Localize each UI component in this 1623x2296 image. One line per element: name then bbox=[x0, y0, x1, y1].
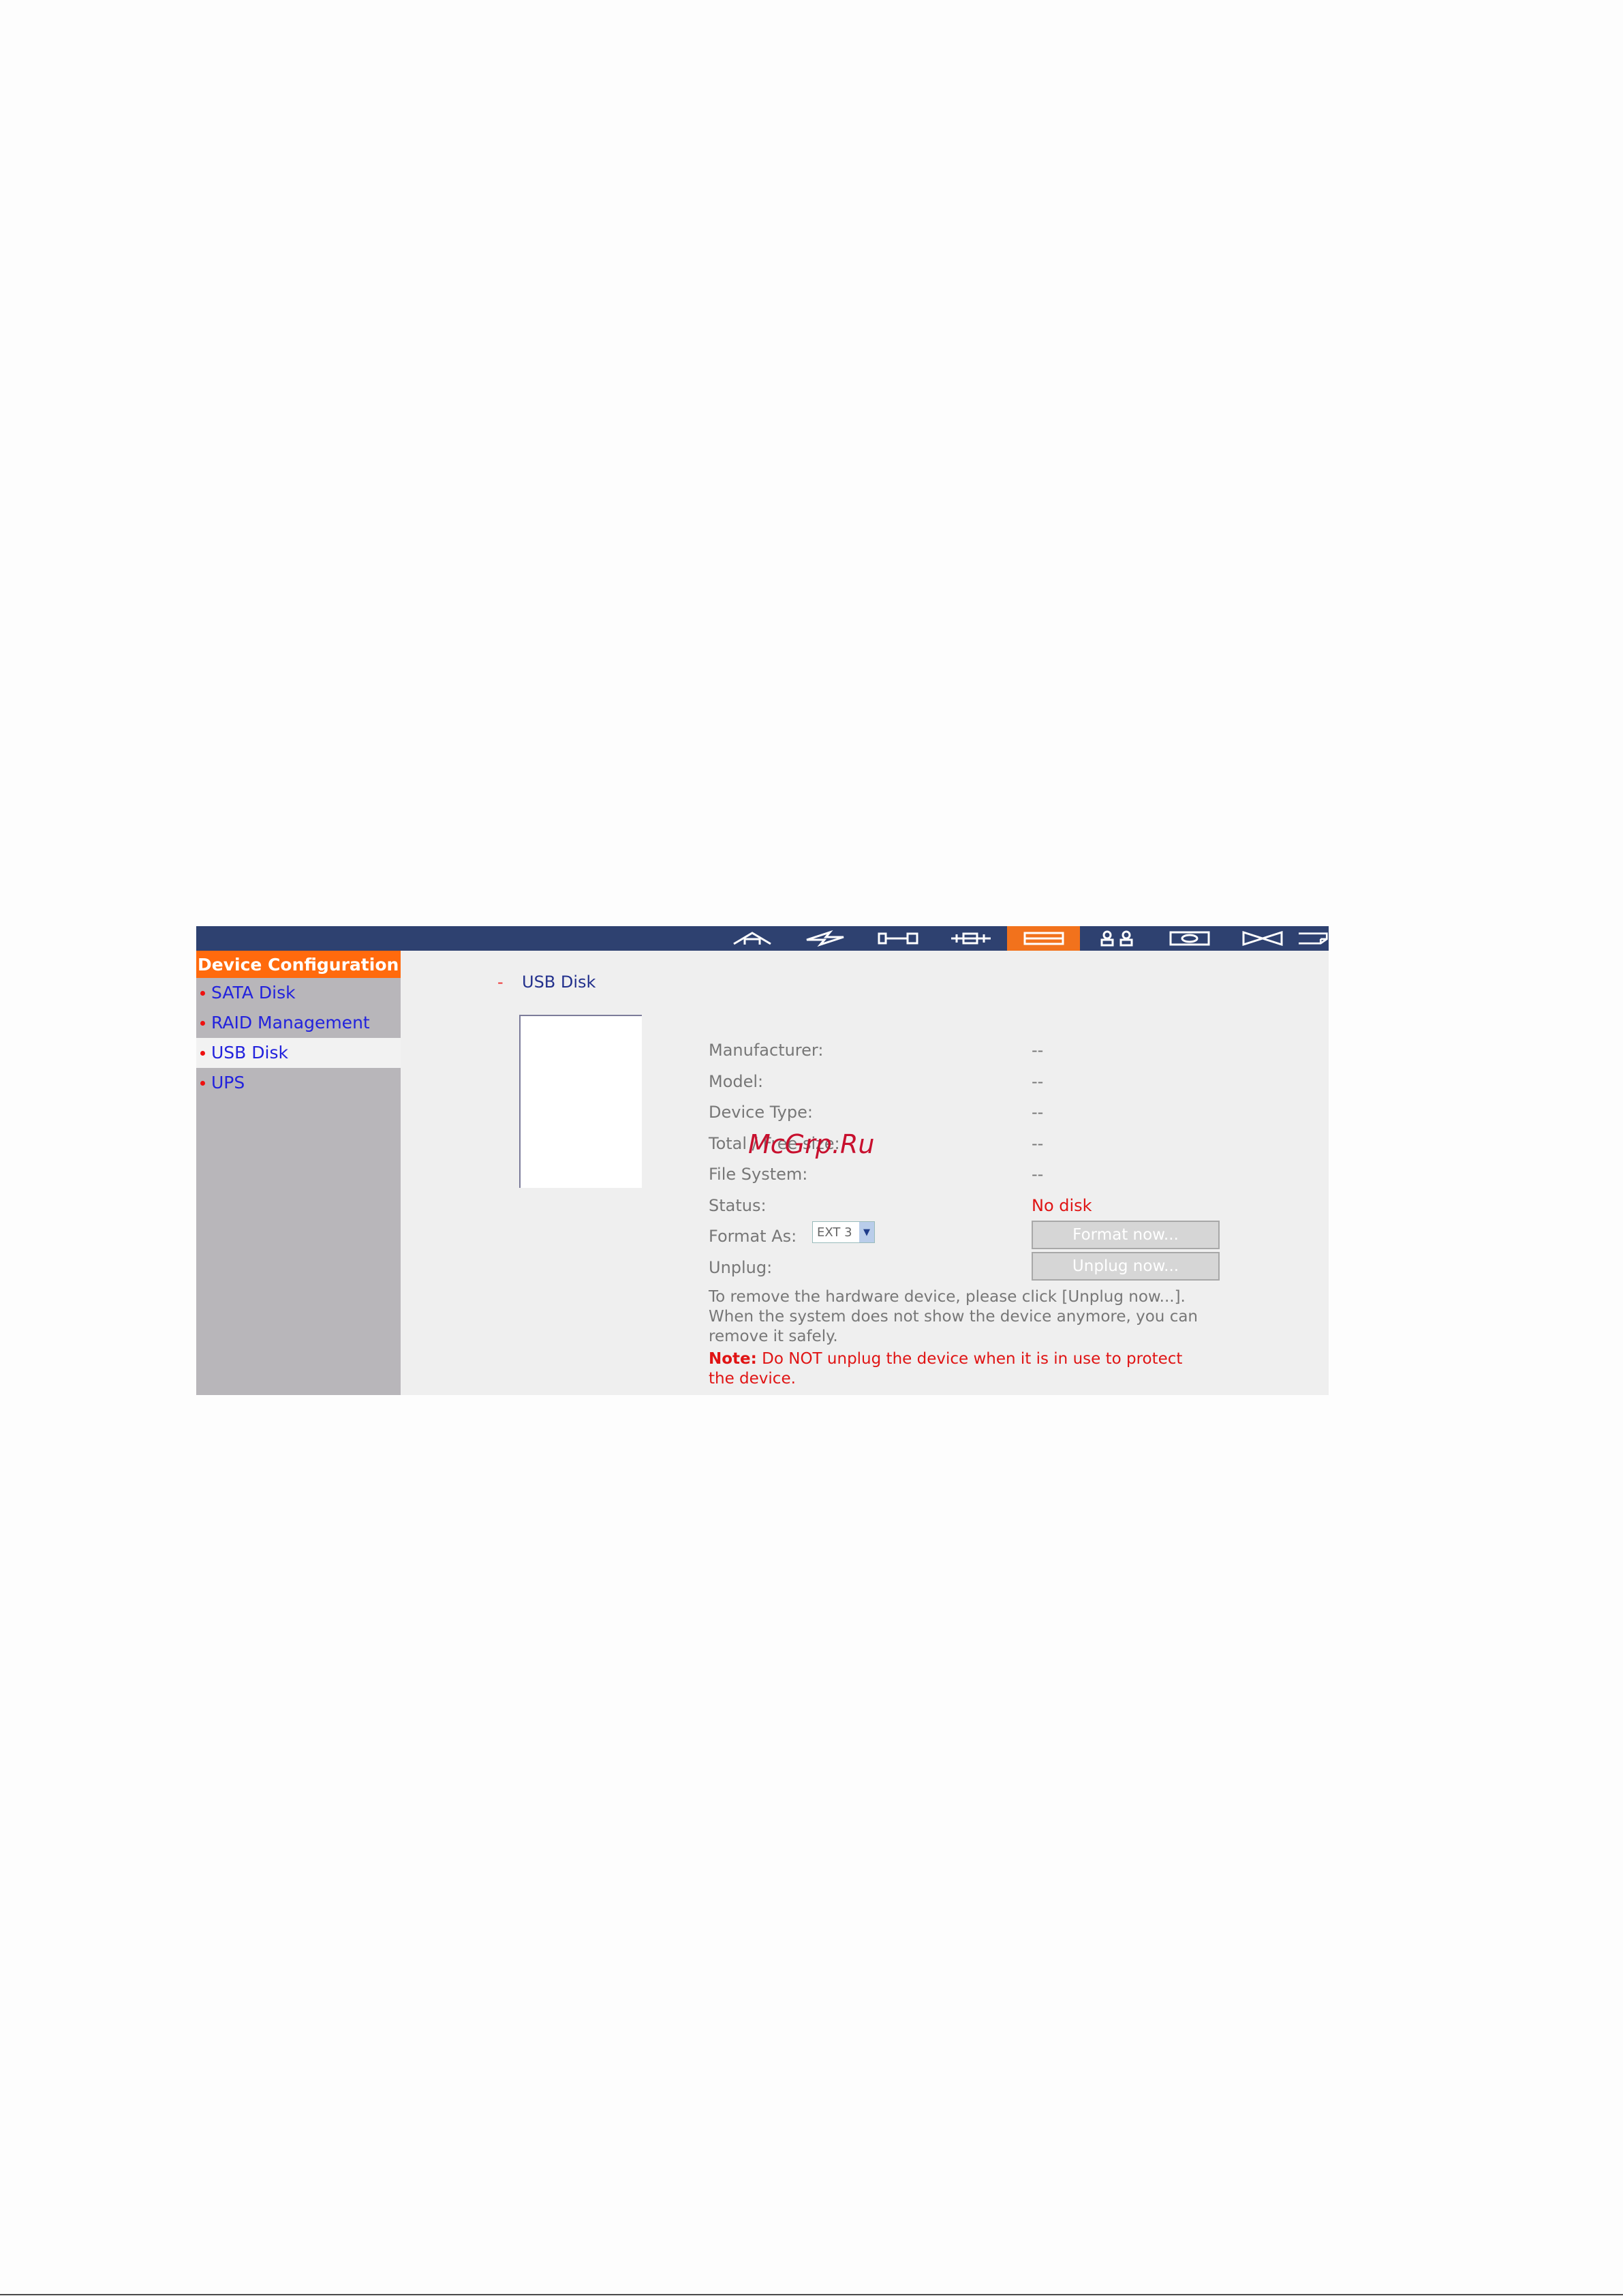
top-navigation-bar bbox=[196, 926, 1329, 951]
format-as-select-value: EXT 3 bbox=[817, 1225, 852, 1240]
system-status-icon[interactable] bbox=[1299, 926, 1329, 951]
sidebar: Device Configuration SATA Disk RAID Mana… bbox=[196, 951, 401, 1395]
note-text: Do NOT unplug the device when it is in u… bbox=[709, 1350, 1183, 1388]
watermark-text: McGrp.Ru bbox=[748, 1129, 875, 1159]
status-value: No disk bbox=[1032, 1196, 1092, 1215]
device-type-label: Device Type: bbox=[709, 1103, 813, 1122]
model-value: -- bbox=[1032, 1072, 1044, 1091]
device-config-icon[interactable] bbox=[1007, 926, 1080, 951]
format-as-label: Format As: bbox=[709, 1227, 797, 1246]
device-type-value: -- bbox=[1032, 1103, 1044, 1122]
unplug-now-button[interactable]: Unplug now... bbox=[1032, 1252, 1220, 1281]
sidebar-item-raid-management-tool[interactable]: RAID Management Tool bbox=[196, 1008, 401, 1062]
users-icon[interactable] bbox=[1080, 926, 1153, 951]
sidebar-item-sata-disk[interactable]: SATA Disk bbox=[196, 978, 401, 1008]
collapse-dash-icon[interactable]: - bbox=[497, 973, 504, 992]
manufacturer-label: Manufacturer: bbox=[709, 1041, 824, 1060]
unplug-instructions: To remove the hardware device, please cl… bbox=[709, 1288, 1199, 1345]
page-bottom-rule bbox=[0, 2294, 1623, 2295]
manufacturer-value: -- bbox=[1032, 1041, 1044, 1060]
section-title: USB Disk bbox=[522, 973, 596, 992]
system-tools-icon[interactable] bbox=[861, 926, 934, 951]
status-label: Status: bbox=[709, 1196, 767, 1215]
sidebar-item-ups[interactable]: UPS bbox=[196, 1068, 401, 1098]
unplug-label: Unplug: bbox=[709, 1258, 773, 1277]
device-image bbox=[519, 1015, 642, 1188]
disk-icon[interactable] bbox=[1153, 926, 1226, 951]
nas-admin-window: Device Configuration SATA Disk RAID Mana… bbox=[196, 926, 1329, 1395]
sidebar-header: Device Configuration bbox=[196, 951, 401, 978]
network-icon[interactable] bbox=[934, 926, 1007, 951]
file-system-value: -- bbox=[1032, 1165, 1044, 1184]
chevron-down-icon[interactable]: ▼ bbox=[859, 1222, 874, 1242]
format-as-select[interactable]: EXT 3 ▼ bbox=[812, 1221, 875, 1243]
model-label: Model: bbox=[709, 1072, 764, 1091]
share-icon[interactable] bbox=[1226, 926, 1299, 951]
note-label: Note: bbox=[709, 1350, 757, 1368]
format-now-button[interactable]: Format now... bbox=[1032, 1221, 1220, 1249]
total-free-size-value: -- bbox=[1032, 1134, 1044, 1153]
quick-config-icon[interactable] bbox=[788, 926, 861, 951]
warning-note: Note: Do NOT unplug the device when it i… bbox=[709, 1349, 1213, 1389]
file-system-label: File System: bbox=[709, 1165, 808, 1184]
sidebar-item-usb-disk[interactable]: USB Disk bbox=[196, 1038, 401, 1068]
main-content: - USB Disk Manufacturer: -- Model: -- De… bbox=[401, 951, 1329, 1395]
home-icon[interactable] bbox=[715, 926, 788, 951]
